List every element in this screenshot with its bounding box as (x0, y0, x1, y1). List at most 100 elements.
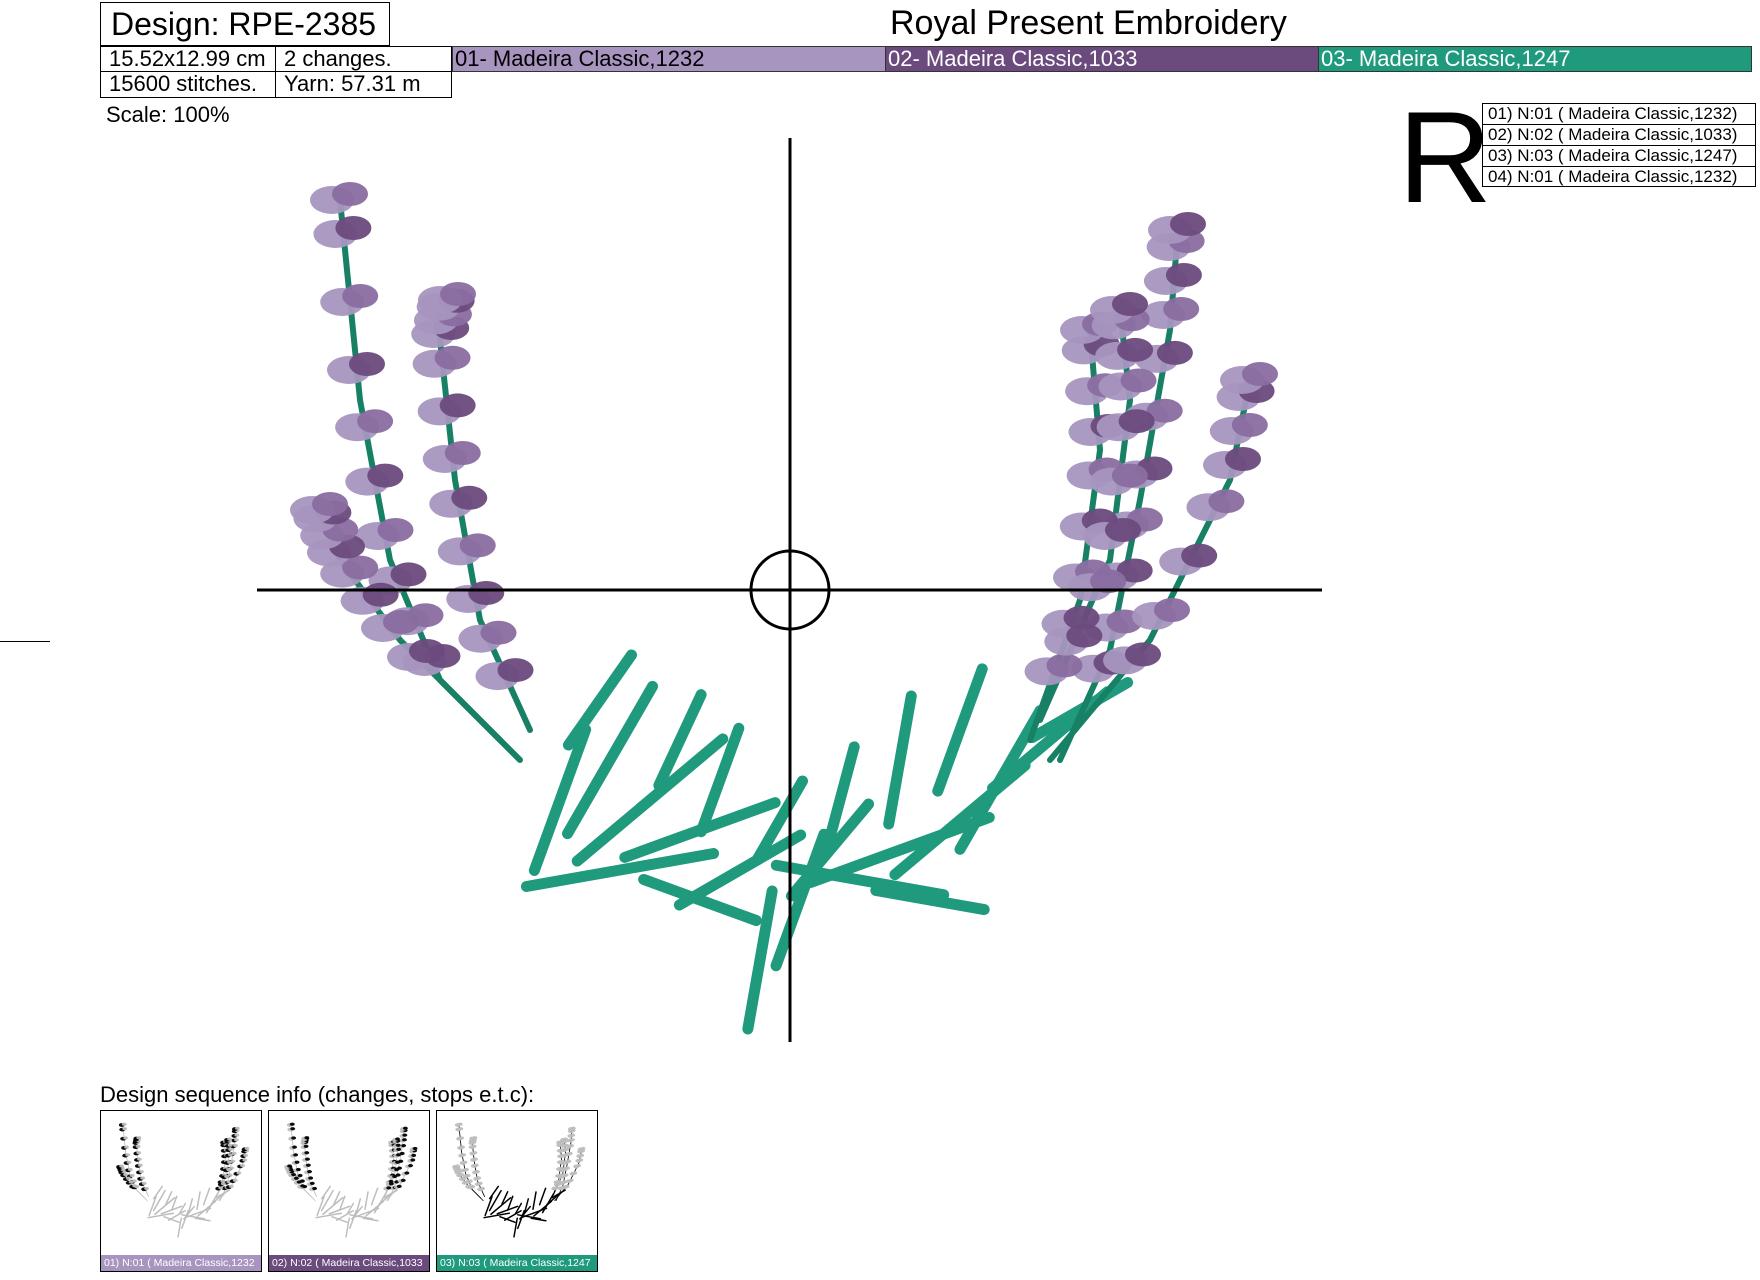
flower-petal-dark (297, 1173, 303, 1178)
flower-petal-dark (1066, 623, 1103, 648)
leaf-shape (196, 1191, 201, 1210)
flower-petal-dark (444, 441, 481, 465)
flower-petal-dark (137, 1163, 143, 1167)
flower-petal-dark (439, 393, 476, 418)
flower-petal-dark (463, 1167, 469, 1172)
flower-petal-dark (135, 1144, 141, 1148)
flower-petal-dark (303, 1144, 309, 1148)
flower-petal-dark (227, 1160, 232, 1164)
leaf-shape (883, 690, 917, 830)
flower-petal-dark (332, 182, 368, 206)
flower-petal-dark (234, 1126, 240, 1130)
thumbnail-label: 01) N:01 ( Madeira Classic,1232 (101, 1255, 261, 1271)
flower-petal-dark (1046, 653, 1083, 678)
flower-petal-dark (1208, 489, 1245, 514)
flower-petal-dark (125, 1153, 131, 1157)
flower-petal-dark (1242, 362, 1278, 386)
flower-petal-dark (234, 1138, 239, 1142)
flower-petal-dark (227, 1137, 232, 1141)
leaf-shape (331, 1215, 348, 1224)
flower-petal-dark (390, 562, 427, 587)
flower-petal-dark (396, 1147, 402, 1151)
leaf-shape (364, 1191, 369, 1210)
flower-petal-dark (224, 1174, 230, 1179)
flower-petal-dark (377, 518, 414, 542)
flower-petal-dark (578, 1158, 584, 1162)
lavender-wreath-artwork (290, 182, 1278, 1035)
flower-petal-dark (243, 1153, 249, 1157)
flower-petal-dark (570, 1138, 575, 1142)
leaf-shape (316, 1195, 325, 1217)
flower-petal-dark (232, 1178, 238, 1182)
flower-petal-dark (307, 1170, 312, 1174)
flower-petal-dark (292, 1145, 297, 1149)
flower-petal-dark (458, 1127, 464, 1131)
leaf-shape (532, 1191, 537, 1210)
flower-petal-dark (293, 1153, 299, 1157)
thumbnail-artwork (116, 1122, 250, 1238)
flower-petal-dark (228, 1147, 234, 1151)
flower-petal-dark (473, 1163, 479, 1167)
sequence-thumbnail-2: 02) N:02 ( Madeira Classic,1033 (268, 1110, 430, 1272)
flower-petal-dark (1225, 447, 1261, 471)
flower-petal-dark (144, 1186, 150, 1191)
flower-petal-dark (579, 1153, 585, 1157)
flower-petal-dark (290, 1127, 296, 1131)
thumbnail-art (116, 1122, 250, 1238)
flower-petal-dark (569, 1144, 575, 1148)
flower-petal-dark (570, 1126, 576, 1130)
flower-petal-dark (562, 1167, 568, 1172)
flower-petal-dark (468, 1184, 474, 1188)
flower-petal-dark (462, 1160, 468, 1164)
flower-petal-dark (1112, 292, 1148, 316)
flower-petal-dark (460, 1145, 465, 1149)
flower-petal-dark (1105, 518, 1141, 542)
flower-petal-dark (362, 582, 399, 607)
flower-petal-dark (402, 1133, 408, 1137)
leaf-shape (513, 1217, 518, 1238)
leaf-shape (517, 1209, 525, 1230)
flower-petal-dark (1170, 212, 1206, 236)
flower-petal-dark (294, 1160, 300, 1164)
flower-petal-dark (236, 1171, 242, 1175)
flower-petal-dark (564, 1184, 570, 1188)
flower-petal-dark (477, 1181, 483, 1186)
flower-petal-dark (563, 1160, 568, 1164)
flower-petal-dark (289, 1122, 295, 1126)
flower-petal-dark (349, 352, 385, 376)
flower-petal-dark (122, 1127, 128, 1131)
flower-petal-dark (220, 1182, 226, 1186)
flower-petal-dark (480, 1186, 486, 1191)
leaf-shape (345, 1217, 350, 1238)
flower-petal-dark (293, 1176, 299, 1180)
flower-petal-dark (560, 1174, 566, 1179)
flower-petal-dark (312, 1186, 318, 1191)
flower-petal-dark (296, 1180, 302, 1184)
flower-petal-dark (136, 1136, 142, 1140)
flower-petal-dark (119, 1164, 124, 1168)
leaf-shape (770, 828, 830, 972)
flower-petal-dark (357, 409, 394, 434)
flower-petal-dark (124, 1145, 129, 1149)
flower-petal-dark (563, 1137, 568, 1141)
leaf-shape (638, 873, 762, 927)
flower-petal-dark (233, 1144, 239, 1148)
flower-petal-dark (228, 1184, 234, 1188)
flower-petal-dark (411, 1153, 417, 1157)
flower-petal-dark (227, 1143, 233, 1147)
flower-petal-dark (1165, 263, 1202, 287)
flower-petal-dark (383, 610, 419, 634)
leaf-shape (484, 1195, 493, 1217)
flower-petal-dark (412, 1146, 418, 1151)
flower-petal-dark (308, 1176, 314, 1180)
flower-petal-dark (309, 1181, 315, 1186)
flower-petal-dark (126, 1160, 132, 1164)
thumbnail-label: 02) N:02 ( Madeira Classic,1033 (269, 1255, 429, 1271)
thumbnail-art (452, 1122, 586, 1238)
flower-petal-dark (367, 463, 404, 488)
flower-petal-dark (228, 1153, 233, 1157)
flower-petal-dark (556, 1182, 562, 1186)
flower-petal-dark (129, 1173, 135, 1178)
leaf-shape (528, 724, 592, 876)
flower-petal-dark (472, 1136, 478, 1140)
